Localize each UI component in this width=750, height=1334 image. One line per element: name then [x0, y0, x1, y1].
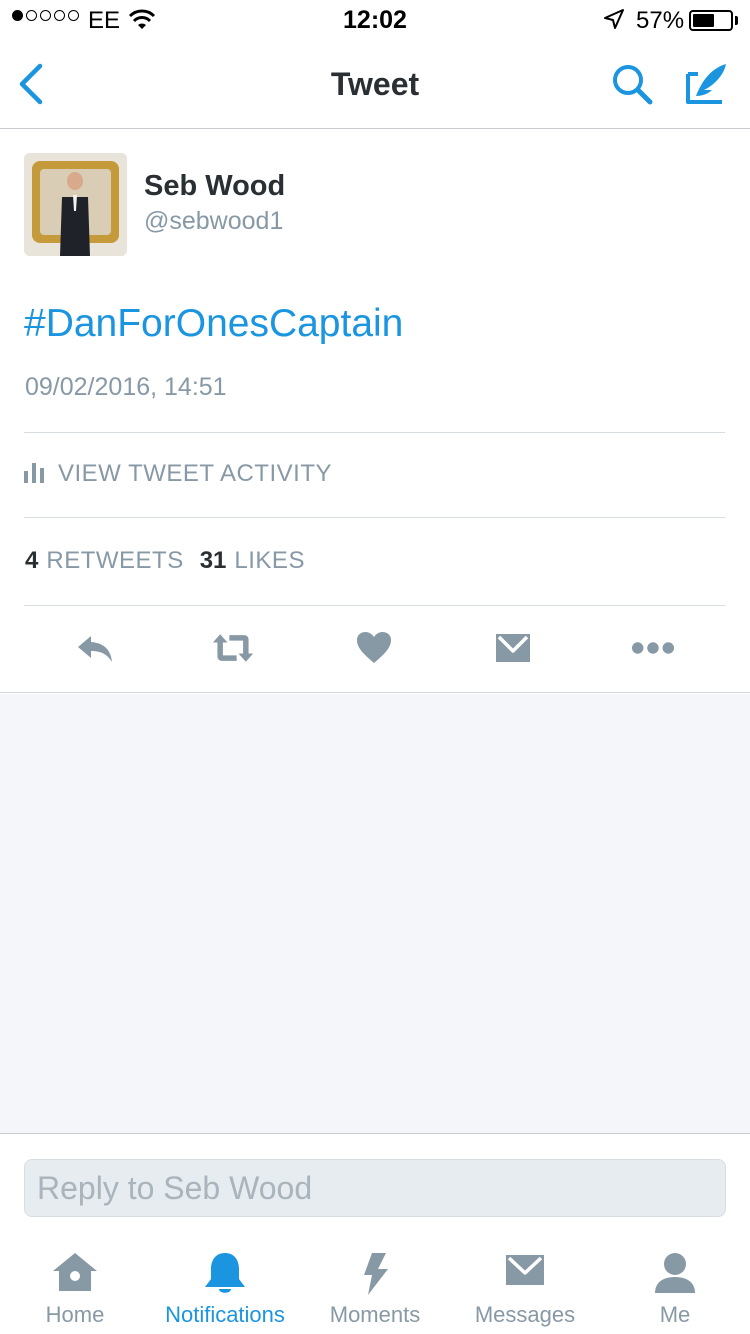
author-handle[interactable]: @sebwood1	[144, 207, 283, 236]
more-icon[interactable]	[631, 628, 675, 668]
retweets-count[interactable]: 4	[25, 547, 38, 575]
reply-input[interactable]: Reply to Seb Wood	[24, 1159, 726, 1217]
tab-label: Notifications	[165, 1302, 285, 1327]
compose-quill-icon[interactable]	[684, 60, 730, 111]
search-icon[interactable]	[610, 62, 654, 111]
retweet-icon[interactable]	[211, 628, 255, 668]
battery-percent: 57%	[636, 7, 685, 34]
home-icon	[51, 1251, 99, 1298]
view-tweet-activity-button[interactable]: VIEW TWEET ACTIVITY	[24, 460, 332, 488]
tab-label: Moments	[329, 1302, 421, 1327]
tab-label: Me	[659, 1302, 691, 1327]
lightning-icon	[360, 1251, 390, 1302]
battery-icon	[689, 10, 733, 31]
reply-bar: Reply to Seb Wood	[0, 1133, 750, 1233]
likes-label[interactable]: LIKES	[234, 547, 305, 575]
avatar[interactable]	[24, 153, 127, 256]
tab-label: Messages	[474, 1302, 576, 1327]
tweet-stats: 4 RETWEETS 31 LIKES	[25, 547, 313, 575]
tweet-timestamp: 09/02/2016, 14:51	[25, 373, 227, 401]
tab-me[interactable]: Me	[600, 1233, 750, 1334]
tweet-action-bar	[0, 628, 750, 670]
status-bar: EE 12:02 57%	[0, 0, 750, 40]
envelope-icon	[504, 1251, 546, 1292]
view-tweet-activity-label: VIEW TWEET ACTIVITY	[58, 460, 332, 487]
tab-bar: Home Notifications Moments Messages Me	[0, 1233, 750, 1334]
tab-notifications[interactable]: Notifications	[150, 1233, 300, 1334]
heart-icon[interactable]	[352, 628, 396, 668]
divider	[24, 517, 725, 518]
location-arrow-icon	[603, 8, 625, 35]
tab-moments[interactable]: Moments	[300, 1233, 450, 1334]
reply-icon[interactable]	[73, 628, 117, 668]
author-name[interactable]: Seb Wood	[144, 170, 285, 203]
conversation-empty-area	[0, 694, 750, 1134]
bell-icon	[203, 1251, 247, 1302]
tab-home[interactable]: Home	[0, 1233, 150, 1334]
battery-cap	[735, 16, 738, 25]
tweet-detail: Seb Wood @sebwood1 #DanForOnesCaptain 09…	[0, 130, 750, 693]
direct-message-icon[interactable]	[491, 628, 535, 668]
likes-count[interactable]: 31	[200, 547, 227, 575]
tab-messages[interactable]: Messages	[450, 1233, 600, 1334]
person-icon	[653, 1251, 697, 1300]
battery-fill	[693, 14, 714, 27]
bar-chart-icon	[24, 461, 44, 488]
nav-bar: Tweet	[0, 40, 750, 129]
divider	[24, 605, 725, 606]
retweets-label[interactable]: RETWEETS	[46, 547, 183, 575]
tab-label: Home	[45, 1302, 105, 1327]
tweet-hashtag-link[interactable]: #DanForOnesCaptain	[24, 302, 403, 346]
divider	[24, 432, 725, 433]
